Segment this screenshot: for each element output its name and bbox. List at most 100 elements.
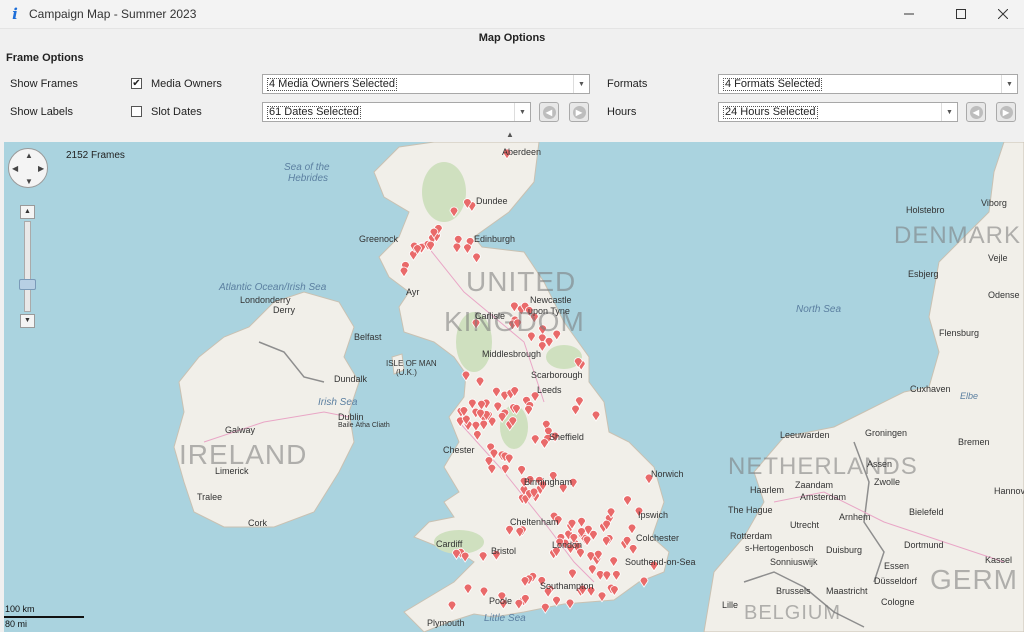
pan-left-icon[interactable]: ◀ xyxy=(12,164,18,173)
place-label: Aberdeen xyxy=(502,147,542,157)
chevron-down-icon: ▼ xyxy=(1001,75,1017,93)
minimize-button[interactable] xyxy=(886,0,932,28)
sea-label: North Sea xyxy=(796,304,842,315)
place-label: Cuxhaven xyxy=(910,384,951,394)
formats-label: Formats xyxy=(607,78,648,90)
continent-landmass xyxy=(703,142,1024,632)
pan-up-icon[interactable]: ▲ xyxy=(25,151,33,160)
river-label: Elbe xyxy=(960,391,979,401)
place-label: Derry xyxy=(273,305,295,315)
place-label: s-Hertogenbosch xyxy=(745,543,814,553)
dates-dropdown[interactable]: 61 Dates Selected ▼ xyxy=(262,102,531,122)
place-label: Düsseldorf xyxy=(874,576,918,586)
zoom-out-button[interactable]: ▼ xyxy=(20,314,35,328)
sea-label: Hebrides xyxy=(288,173,329,184)
scale-km-label: 100 km xyxy=(5,604,35,614)
maximize-button[interactable] xyxy=(938,0,984,28)
place-label: Kassel xyxy=(985,555,1013,565)
place-label: The Hague xyxy=(728,505,773,515)
map-view[interactable]: Sea of the Hebrides Atlantic Ocean/Irish… xyxy=(4,142,1024,632)
show-frames-label: Show Frames xyxy=(10,78,78,90)
place-label: Odense xyxy=(988,290,1020,300)
hours-label: Hours xyxy=(607,106,637,118)
place-label: Carlisle xyxy=(475,311,506,321)
app-info-icon: i xyxy=(12,5,18,23)
place-label: Sheffield xyxy=(549,432,584,442)
place-label: Baile Átha Cliath xyxy=(338,422,390,429)
place-label: Londonderry xyxy=(240,295,291,305)
frame-pin[interactable] xyxy=(639,576,649,588)
place-label: Essen xyxy=(884,561,910,571)
place-label: Vejle xyxy=(988,253,1008,263)
frame-pin[interactable] xyxy=(460,551,470,563)
dates-prev-button[interactable]: ◀ xyxy=(539,102,559,122)
place-label: Cork xyxy=(248,518,268,528)
place-label: Newcastle xyxy=(530,295,572,305)
frame-pin[interactable] xyxy=(565,598,575,610)
place-label: Hannover xyxy=(994,486,1024,496)
place-label: Zwolle xyxy=(874,477,901,487)
place-label: Brussels xyxy=(776,586,811,596)
title-bar: i Campaign Map - Summer 2023 xyxy=(0,0,1024,28)
chevron-down-icon: ▼ xyxy=(573,75,589,93)
slot-dates-checkbox[interactable] xyxy=(131,106,142,117)
media-owners-checkbox[interactable]: ✔ xyxy=(131,78,142,89)
formats-value: 4 Formats Selected xyxy=(723,78,823,91)
scale-line xyxy=(4,616,84,618)
place-label: Dundee xyxy=(476,196,508,206)
place-label: Amsterdam xyxy=(800,492,847,502)
place-label: Zaandam xyxy=(795,480,834,490)
zoom-in-button[interactable]: ▲ xyxy=(20,205,35,219)
frames-count: 2152 Frames xyxy=(66,150,125,161)
place-label: Chester xyxy=(443,445,475,455)
zoom-slider-track[interactable] xyxy=(24,221,31,312)
place-label: Rotterdam xyxy=(730,531,773,541)
arrow-left-icon: ◀ xyxy=(969,105,983,119)
hours-value: 24 Hours Selected xyxy=(723,106,818,119)
place-label: Arnhem xyxy=(839,512,871,522)
place-label: Bielefeld xyxy=(909,507,944,517)
options-title: Map Options xyxy=(478,32,546,44)
place-label: Tralee xyxy=(197,492,223,502)
place-label: Bristol xyxy=(491,546,517,556)
place-label: Limerick xyxy=(215,466,249,476)
pan-down-icon[interactable]: ▼ xyxy=(25,177,33,186)
dates-value: 61 Dates Selected xyxy=(267,106,361,119)
place-label: Cheltenham xyxy=(510,517,559,527)
dates-next-button[interactable]: ▶ xyxy=(569,102,589,122)
place-label: Haarlem xyxy=(750,485,785,495)
hours-prev-button[interactable]: ◀ xyxy=(966,102,986,122)
country-label: UNITED xyxy=(466,266,577,297)
scale-mi-label: 80 mi xyxy=(5,619,28,629)
place-label: Dundalk xyxy=(334,374,368,384)
map-base xyxy=(173,142,1024,632)
place-label: Flensburg xyxy=(939,328,980,338)
place-label: Norwich xyxy=(651,469,684,479)
chevron-down-icon: ▼ xyxy=(514,103,530,121)
place-label: Cologne xyxy=(881,597,915,607)
sea-label: Atlantic Ocean/Irish Sea xyxy=(219,282,327,293)
place-label: Holstebro xyxy=(906,205,945,215)
close-button[interactable] xyxy=(980,0,1024,28)
place-label: Leeuwarden xyxy=(780,430,830,440)
sea-label: Sea of the xyxy=(284,162,330,173)
place-label: Edinburgh xyxy=(474,234,516,244)
pan-right-icon[interactable]: ▶ xyxy=(38,164,44,173)
media-owners-value: 4 Media Owners Selected xyxy=(267,78,397,91)
pan-control[interactable]: ▲ ▼ ◀ ▶ xyxy=(8,148,48,188)
media-owners-dropdown[interactable]: 4 Media Owners Selected ▼ xyxy=(262,74,590,94)
place-label: Bremen xyxy=(958,437,990,447)
frame-pin[interactable] xyxy=(540,602,550,614)
place-label: Lille xyxy=(722,600,739,610)
collapse-panel-icon[interactable]: ▲ xyxy=(506,130,514,139)
country-label: BELGIUM xyxy=(744,602,842,624)
place-label: Belfast xyxy=(354,332,382,342)
sea-label: Little Sea xyxy=(484,613,526,624)
hours-next-button[interactable]: ▶ xyxy=(996,102,1016,122)
place-label: Scarborough xyxy=(531,370,583,380)
formats-dropdown[interactable]: 4 Formats Selected ▼ xyxy=(718,74,1018,94)
window-title: Campaign Map - Summer 2023 xyxy=(29,7,197,21)
zoom-slider-thumb[interactable] xyxy=(19,279,36,290)
frame-pin[interactable] xyxy=(452,548,461,560)
hours-dropdown[interactable]: 24 Hours Selected ▼ xyxy=(718,102,958,122)
